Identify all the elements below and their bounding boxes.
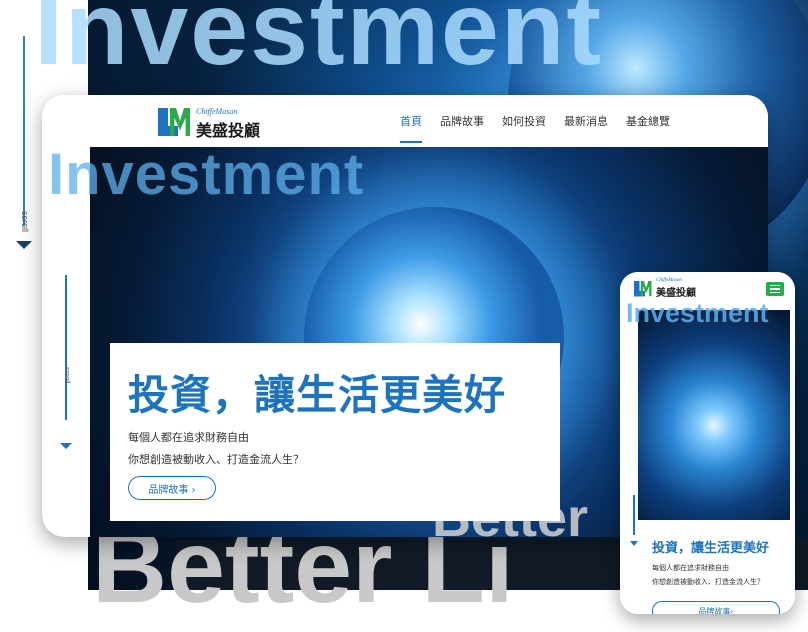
background-top-word: Investment: [34, 0, 604, 87]
mobile-hero-bg-word: Investment: [626, 298, 769, 328]
hero-line-1: 每個人都在追求財務自由: [128, 431, 249, 444]
hero-scroll-label: scroll: [63, 367, 70, 384]
mobile-brand-story-button[interactable]: 品牌故事›: [652, 601, 780, 614]
hero-card: 投資，讓生活更美好 每個人都在追求財務自由 你想創造被動收入、打造金流人生？ 品…: [110, 343, 560, 521]
scroll-line: [23, 36, 25, 226]
mobile-mockup: ChiffeMason 美盛投顧 Investment 投資，讓生活更美好 每個…: [620, 272, 795, 614]
mobile-hero: Investment 投資，讓生活更美好 每個人都在追求財務自由 你想創造被動收…: [620, 298, 795, 614]
hero-scroll-indicator[interactable]: scroll: [60, 275, 72, 453]
scroll-arrow-icon: [60, 443, 72, 449]
hero-scroll-line: [65, 275, 67, 420]
brand-story-button[interactable]: 品牌故事 ›: [128, 476, 216, 500]
logo[interactable]: ChiffeMason 美盛投顧: [158, 107, 268, 140]
scroll-label: scroll: [20, 211, 30, 233]
menu-icon[interactable]: [766, 282, 784, 296]
mobile-hero-title: 投資，讓生活更美好: [652, 541, 770, 556]
hero-line-2: 你想創造被動收入、打造金流人生？: [128, 453, 304, 466]
main-nav: 首頁 品牌故事 如何投資 最新消息 基金總覽: [400, 113, 670, 143]
logo-chinese: 美盛投顧: [196, 121, 261, 140]
mobile-scroll-line: [633, 495, 635, 535]
nav-item-how-to-invest[interactable]: 如何投資: [502, 113, 546, 129]
scroll-arrow-icon: [16, 241, 32, 249]
logo-english: ChiffeMason: [196, 107, 238, 116]
mobile-header: ChiffeMason 美盛投顧: [620, 272, 795, 300]
logo-mark-icon: [158, 108, 192, 136]
mobile-logo-chinese: 美盛投顧: [656, 288, 696, 299]
nav-item-home[interactable]: 首頁: [400, 113, 422, 143]
nav-item-news[interactable]: 最新消息: [564, 113, 608, 129]
scroll-arrow-icon: [630, 541, 638, 546]
hero-title: 投資，讓生活更美好: [128, 371, 506, 419]
mobile-hero-line-2: 你想創造被動收入、打造金流人生？: [652, 578, 764, 586]
nav-item-brand-story[interactable]: 品牌故事: [440, 113, 484, 129]
logo-mark-icon: [634, 281, 652, 297]
hero-bg-word: Investment: [48, 147, 365, 207]
mobile-hero-image: [638, 310, 790, 520]
mobile-logo[interactable]: ChiffeMason 美盛投顧: [634, 278, 714, 299]
mobile-logo-english: ChiffeMason: [656, 278, 682, 283]
scroll-indicator[interactable]: scroll: [16, 36, 32, 251]
desktop-header: ChiffeMason 美盛投顧 首頁 品牌故事 如何投資 最新消息 基金總覽: [42, 95, 768, 147]
mobile-scroll-indicator[interactable]: [630, 495, 638, 551]
nav-item-fund-overview[interactable]: 基金總覽: [626, 113, 670, 129]
mobile-hero-line-1: 每個人都在追求財務自由: [652, 564, 729, 572]
mobile-hero-card: 投資，讓生活更美好 每個人都在追求財務自由 你想創造被動收入、打造金流人生？ 品…: [642, 528, 790, 614]
